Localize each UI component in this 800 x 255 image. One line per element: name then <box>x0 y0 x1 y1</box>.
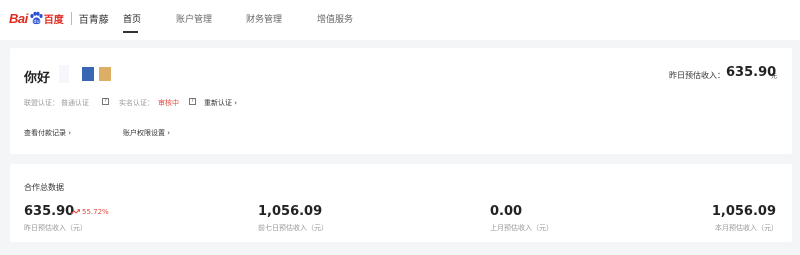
chevron-right-icon: › <box>68 129 72 137</box>
help-icon[interactable]: ? <box>189 98 196 105</box>
union-cert-status: 普通认证 <box>61 99 89 107</box>
nav-account-management[interactable]: 账户管理 <box>176 12 212 25</box>
yesterday-income-label: 昨日预估收入： <box>669 71 725 80</box>
permission-settings-label: 账户权限设置 <box>123 129 165 137</box>
metric-seven-days-label: 前七日预估收入（元） <box>258 224 328 232</box>
greeting: 你好 <box>24 71 51 86</box>
logo-text: Bai <box>9 10 28 26</box>
metric-this-month-value: 1,056.09 <box>711 204 776 219</box>
account-card: 你好 联盟认证： 普通认证 ? 实名认证： 审核中 ? 重新认证 › 查看付款记… <box>10 48 792 154</box>
summary-card: 合作总数据 635.90 55.72% 昨日预估收入（元） 1,056.09 前… <box>10 164 792 242</box>
nav-finance-management[interactable]: 财务管理 <box>246 12 282 25</box>
yesterday-income-value: 635.90 <box>726 65 777 80</box>
metric-last-month-label: 上月预估收入（元） <box>490 224 553 232</box>
realname-cert-status: 审核中 <box>158 99 179 107</box>
baidu-logo[interactable]: Bai du 百度 百青藤 <box>9 9 109 27</box>
yesterday-income-unit: 元 <box>771 73 778 80</box>
nav-value-added-services[interactable]: 增值服务 <box>317 12 353 25</box>
realname-cert-label: 实名认证： <box>119 99 154 107</box>
metric-this-month-label: 本月预估收入（元） <box>715 224 778 232</box>
help-icon[interactable]: ? <box>102 98 109 105</box>
redacted-block-gold <box>99 67 111 81</box>
metric-last-month-value: 0.00 <box>490 204 523 219</box>
nav-home[interactable]: 首页 <box>123 12 141 25</box>
top-navigation: Bai du 百度 百青藤 首页 账户管理 财务管理 增值服务 <box>0 0 800 40</box>
metric-seven-days-value: 1,056.09 <box>258 204 323 219</box>
trend-change-value: 55.72% <box>82 208 109 216</box>
redacted-block-blue <box>82 67 94 81</box>
reauth-label: 重新认证 <box>204 99 232 107</box>
trend-change: 55.72% <box>71 208 109 216</box>
paw-icon: du <box>30 11 43 25</box>
reauth-link[interactable]: 重新认证 › <box>204 98 237 108</box>
union-cert-label: 联盟认证： <box>24 99 59 107</box>
product-name: 百青藤 <box>78 14 109 26</box>
chevron-right-icon: › <box>167 129 171 137</box>
payment-records-link[interactable]: 查看付款记录 › <box>24 128 71 138</box>
logo-divider <box>70 11 72 25</box>
permission-settings-link[interactable]: 账户权限设置 › <box>123 128 170 138</box>
metric-yesterday-label: 昨日预估收入（元） <box>24 224 87 232</box>
logo-text-chinese: 百度 <box>43 14 64 26</box>
trend-up-icon <box>71 209 80 215</box>
payment-records-label: 查看付款记录 <box>24 129 66 137</box>
svg-text:du: du <box>33 19 39 25</box>
chevron-right-icon: › <box>234 99 238 107</box>
redacted-username <box>59 65 69 83</box>
section-title: 合作总数据 <box>24 183 64 192</box>
metric-yesterday-value: 635.90 <box>24 204 75 219</box>
active-tab-indicator <box>123 31 138 33</box>
